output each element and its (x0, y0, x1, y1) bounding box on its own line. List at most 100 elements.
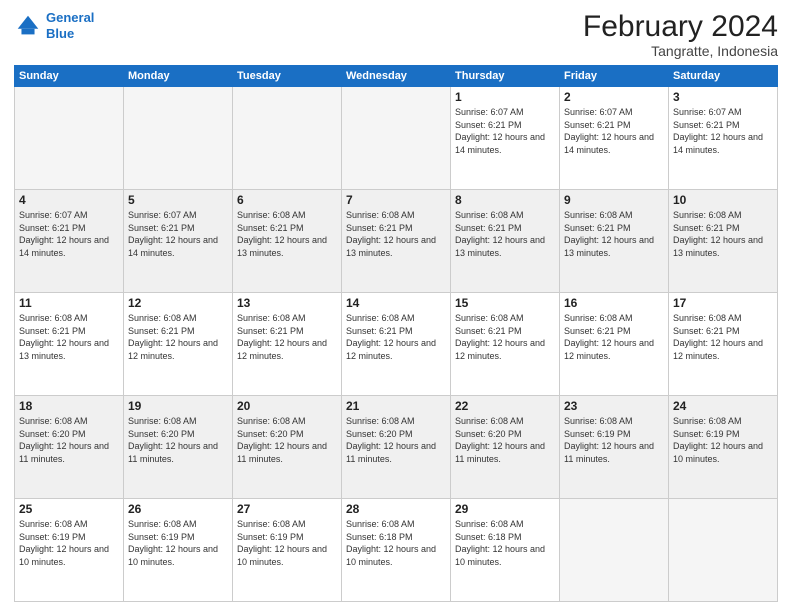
title-block: February 2024 Tangratte, Indonesia (583, 10, 778, 59)
table-row: 11 Sunrise: 6:08 AM Sunset: 6:21 PM Dayli… (15, 293, 124, 396)
table-row: 25 Sunrise: 6:08 AM Sunset: 6:19 PM Dayli… (15, 499, 124, 602)
table-row: 9Sunrise: 6:08 AM Sunset: 6:21 PM Daylig… (560, 190, 669, 293)
month-title: February 2024 (583, 10, 778, 43)
col-tuesday: Tuesday (233, 66, 342, 87)
calendar-week-row: 25 Sunrise: 6:08 AM Sunset: 6:19 PM Dayli… (15, 499, 778, 602)
table-row: 10Sunrise: 6:08 AM Sunset: 6:21 PM Dayli… (669, 190, 778, 293)
table-row: 5 Sunrise: 6:07 AM Sunset: 6:21 PM Daylig… (124, 190, 233, 293)
day-number: 21 (346, 399, 446, 413)
calendar-week-row: 4 Sunrise: 6:07 AM Sunset: 6:21 PM Daylig… (15, 190, 778, 293)
col-friday: Friday (560, 66, 669, 87)
col-wednesday: Wednesday (342, 66, 451, 87)
day-number: 13 (237, 296, 337, 310)
table-row (342, 87, 451, 190)
day-number: 5 (128, 193, 228, 207)
location: Tangratte, Indonesia (583, 43, 778, 59)
table-row: 13 Sunrise: 6:08 AM Sunset: 6:21 PM Dayli… (233, 293, 342, 396)
day-number: 10 (673, 193, 773, 207)
day-info: Sunrise: 6:08 AM Sunset: 6:21 PM Dayligh… (128, 312, 228, 362)
day-info: Sunrise: 6:08 AM Sunset: 6:21 PM Dayligh… (455, 312, 555, 362)
table-row: 12 Sunrise: 6:08 AM Sunset: 6:21 PM Dayli… (124, 293, 233, 396)
table-row: 26Sunrise: 6:08 AM Sunset: 6:19 PM Dayli… (124, 499, 233, 602)
table-row: 28 Sunrise: 6:08 AM Sunset: 6:18 PM Dayli… (342, 499, 451, 602)
day-info: Sunrise: 6:08 AM Sunset: 6:19 PM Dayligh… (564, 415, 664, 465)
day-number: 18 (19, 399, 119, 413)
day-number: 28 (346, 502, 446, 516)
day-number: 29 (455, 502, 555, 516)
logo-text: General Blue (46, 10, 94, 41)
logo-icon (14, 12, 42, 40)
day-info: Sunrise: 6:08 AM Sunset: 6:21 PM Dayligh… (346, 312, 446, 362)
day-info: Sunrise: 6:08 AM Sunset: 6:21 PM Dayligh… (564, 209, 664, 259)
day-info: Sunrise: 6:08 AM Sunset: 6:18 PM Dayligh… (346, 518, 446, 568)
day-number: 20 (237, 399, 337, 413)
day-number: 2 (564, 90, 664, 104)
page: General Blue February 2024 Tangratte, In… (0, 0, 792, 612)
day-info: Sunrise: 6:08 AM Sunset: 6:21 PM Dayligh… (346, 209, 446, 259)
day-info: Sunrise: 6:08 AM Sunset: 6:19 PM Dayligh… (673, 415, 773, 465)
table-row: 21 Sunrise: 6:08 AM Sunset: 6:20 PM Dayli… (342, 396, 451, 499)
day-number: 15 (455, 296, 555, 310)
day-info: Sunrise: 6:07 AM Sunset: 6:21 PM Dayligh… (19, 209, 119, 259)
day-number: 17 (673, 296, 773, 310)
table-row: 8 Sunrise: 6:08 AM Sunset: 6:21 PM Daylig… (451, 190, 560, 293)
calendar-table: Sunday Monday Tuesday Wednesday Thursday… (14, 65, 778, 602)
day-number: 23 (564, 399, 664, 413)
table-row (233, 87, 342, 190)
table-row: 27Sunrise: 6:08 AM Sunset: 6:19 PM Dayli… (233, 499, 342, 602)
table-row: 6 Sunrise: 6:08 AM Sunset: 6:21 PM Daylig… (233, 190, 342, 293)
day-number: 3 (673, 90, 773, 104)
table-row: 3 Sunrise: 6:07 AM Sunset: 6:21 PM Daylig… (669, 87, 778, 190)
day-info: Sunrise: 6:07 AM Sunset: 6:21 PM Dayligh… (455, 106, 555, 156)
day-info: Sunrise: 6:08 AM Sunset: 6:21 PM Dayligh… (673, 312, 773, 362)
day-number: 24 (673, 399, 773, 413)
day-info: Sunrise: 6:08 AM Sunset: 6:19 PM Dayligh… (19, 518, 119, 568)
col-sunday: Sunday (15, 66, 124, 87)
table-row: 4 Sunrise: 6:07 AM Sunset: 6:21 PM Daylig… (15, 190, 124, 293)
table-row (669, 499, 778, 602)
day-number: 4 (19, 193, 119, 207)
day-number: 14 (346, 296, 446, 310)
col-thursday: Thursday (451, 66, 560, 87)
table-row: 18 Sunrise: 6:08 AM Sunset: 6:20 PM Dayli… (15, 396, 124, 499)
day-info: Sunrise: 6:08 AM Sunset: 6:20 PM Dayligh… (346, 415, 446, 465)
table-row (560, 499, 669, 602)
day-info: Sunrise: 6:08 AM Sunset: 6:18 PM Dayligh… (455, 518, 555, 568)
table-row: 16 Sunrise: 6:08 AM Sunset: 6:21 PM Dayli… (560, 293, 669, 396)
table-row: 17 Sunrise: 6:08 AM Sunset: 6:21 PM Dayli… (669, 293, 778, 396)
day-info: Sunrise: 6:07 AM Sunset: 6:21 PM Dayligh… (128, 209, 228, 259)
day-info: Sunrise: 6:08 AM Sunset: 6:20 PM Dayligh… (128, 415, 228, 465)
table-row: 23 Sunrise: 6:08 AM Sunset: 6:19 PM Dayli… (560, 396, 669, 499)
day-info: Sunrise: 6:07 AM Sunset: 6:21 PM Dayligh… (673, 106, 773, 156)
day-number: 6 (237, 193, 337, 207)
col-saturday: Saturday (669, 66, 778, 87)
table-row: 22Sunrise: 6:08 AM Sunset: 6:20 PM Dayli… (451, 396, 560, 499)
day-number: 22 (455, 399, 555, 413)
day-info: Sunrise: 6:08 AM Sunset: 6:20 PM Dayligh… (237, 415, 337, 465)
logo-line2: Blue (46, 26, 74, 41)
table-row (15, 87, 124, 190)
day-number: 25 (19, 502, 119, 516)
calendar-week-row: 18 Sunrise: 6:08 AM Sunset: 6:20 PM Dayli… (15, 396, 778, 499)
day-info: Sunrise: 6:08 AM Sunset: 6:21 PM Dayligh… (237, 209, 337, 259)
day-number: 19 (128, 399, 228, 413)
day-info: Sunrise: 6:08 AM Sunset: 6:21 PM Dayligh… (564, 312, 664, 362)
day-number: 16 (564, 296, 664, 310)
day-info: Sunrise: 6:08 AM Sunset: 6:21 PM Dayligh… (455, 209, 555, 259)
day-number: 11 (19, 296, 119, 310)
calendar-header-row: Sunday Monday Tuesday Wednesday Thursday… (15, 66, 778, 87)
header: General Blue February 2024 Tangratte, In… (14, 10, 778, 59)
day-info: Sunrise: 6:07 AM Sunset: 6:21 PM Dayligh… (564, 106, 664, 156)
table-row: 20 Sunrise: 6:08 AM Sunset: 6:20 PM Dayli… (233, 396, 342, 499)
table-row (124, 87, 233, 190)
day-info: Sunrise: 6:08 AM Sunset: 6:20 PM Dayligh… (19, 415, 119, 465)
day-number: 12 (128, 296, 228, 310)
col-monday: Monday (124, 66, 233, 87)
day-number: 8 (455, 193, 555, 207)
table-row: 24 Sunrise: 6:08 AM Sunset: 6:19 PM Dayli… (669, 396, 778, 499)
table-row: 15 Sunrise: 6:08 AM Sunset: 6:21 PM Dayli… (451, 293, 560, 396)
day-number: 27 (237, 502, 337, 516)
day-info: Sunrise: 6:08 AM Sunset: 6:21 PM Dayligh… (19, 312, 119, 362)
day-info: Sunrise: 6:08 AM Sunset: 6:21 PM Dayligh… (237, 312, 337, 362)
table-row: 1Sunrise: 6:07 AM Sunset: 6:21 PM Daylig… (451, 87, 560, 190)
